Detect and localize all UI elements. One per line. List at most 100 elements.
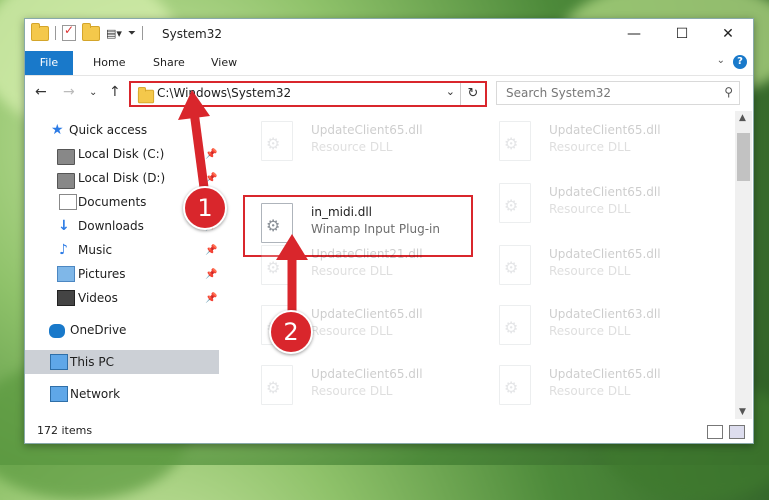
sidebar-item-label: Downloads xyxy=(78,219,144,233)
step-badge-1: 1 xyxy=(183,186,227,230)
vertical-scrollbar[interactable]: ▲ ▼ xyxy=(735,111,752,419)
dll-file-icon xyxy=(499,245,531,285)
scroll-down-icon[interactable]: ▼ xyxy=(739,407,746,417)
file-name: UpdateClient65.dll xyxy=(311,367,423,381)
pin-icon[interactable]: 📌 xyxy=(205,293,217,304)
dll-file-icon xyxy=(499,365,531,405)
sidebar-item-music[interactable]: ♪ Music 📌 xyxy=(25,238,219,262)
close-button[interactable]: ✕ xyxy=(705,19,751,49)
file-item[interactable]: UpdateClient21.dll Resource DLL xyxy=(245,237,475,287)
address-dropdown-icon[interactable]: ⌄ xyxy=(446,85,455,98)
scroll-up-icon[interactable]: ▲ xyxy=(739,113,746,123)
file-description: Resource DLL xyxy=(311,324,393,338)
sidebar-item-label: Documents xyxy=(78,195,147,209)
title-bar: ▤▾ ⏷ System32 — ☐ ✕ xyxy=(25,19,753,51)
pictures-icon xyxy=(57,266,75,282)
sidebar-item-label: Videos xyxy=(78,291,118,305)
file-name: UpdateClient65.dll xyxy=(549,247,661,261)
sidebar-item-videos[interactable]: Videos 📌 xyxy=(25,286,219,310)
file-item[interactable]: UpdateClient65.dll Resource DLL xyxy=(245,113,475,163)
pin-icon[interactable]: 📌 xyxy=(205,269,217,280)
file-name: UpdateClient63.dll xyxy=(549,307,661,321)
network-icon xyxy=(50,386,68,402)
sidebar-item-label: Quick access xyxy=(69,123,148,137)
ribbon-expand-icon[interactable]: ⌄ xyxy=(717,55,725,66)
music-icon: ♪ xyxy=(59,242,68,258)
sidebar-item-pictures[interactable]: Pictures 📌 xyxy=(25,262,219,286)
file-name: UpdateClient65.dll xyxy=(311,123,423,137)
tab-home[interactable]: Home xyxy=(83,51,135,75)
file-item[interactable]: UpdateClient65.dll Resource DLL xyxy=(483,237,713,287)
folder-icon[interactable] xyxy=(31,22,49,41)
tab-share[interactable]: Share xyxy=(143,51,195,75)
address-path: C:\Windows\System32 xyxy=(157,86,292,100)
up-icon[interactable]: ↑ xyxy=(109,84,121,100)
ribbon-tabs: File Home Share View ⌄ ? xyxy=(25,51,753,76)
sidebar-item-quick-access[interactable]: ★ Quick access xyxy=(25,118,219,142)
file-description: Resource DLL xyxy=(311,384,393,398)
sidebar-item-label: Pictures xyxy=(78,267,126,281)
file-item[interactable]: UpdateClient65.dll Resource DLL xyxy=(483,357,713,407)
minimize-button[interactable]: — xyxy=(611,19,657,49)
details-view-icon[interactable] xyxy=(707,425,723,439)
large-icons-view-icon[interactable] xyxy=(729,425,745,439)
computer-icon xyxy=(50,354,68,370)
file-name: UpdateClient65.dll xyxy=(549,185,661,199)
back-icon[interactable]: ← xyxy=(35,84,47,100)
file-list: UpdateClient65.dll Resource DLL in_midi.… xyxy=(225,111,735,417)
scrollbar-thumb[interactable] xyxy=(737,133,750,181)
address-bar[interactable]: C:\Windows\System32 ⌄ ↻ xyxy=(129,81,487,107)
quick-access-toolbar: ▤▾ ⏷ xyxy=(31,22,143,41)
properties-icon[interactable] xyxy=(62,23,76,41)
separator xyxy=(141,26,143,40)
refresh-icon[interactable]: ↻ xyxy=(460,83,485,105)
maximize-button[interactable]: ☐ xyxy=(659,19,705,49)
search-input[interactable]: Search System32 ⚲ xyxy=(496,81,740,105)
status-bar: 172 items xyxy=(25,419,753,443)
file-description: Resource DLL xyxy=(549,140,631,154)
forward-icon[interactable]: → xyxy=(63,84,75,100)
search-placeholder: Search System32 xyxy=(506,86,612,100)
download-icon: ↓ xyxy=(58,218,70,234)
star-icon: ★ xyxy=(51,122,64,138)
dll-file-icon xyxy=(499,183,531,223)
pin-icon[interactable]: 📌 xyxy=(205,149,217,160)
file-name: UpdateClient65.dll xyxy=(311,307,423,321)
file-name: UpdateClient65.dll xyxy=(549,367,661,381)
help-icon[interactable]: ? xyxy=(733,55,747,69)
dll-file-icon xyxy=(499,305,531,345)
file-item[interactable]: UpdateClient65.dll Resource DLL xyxy=(483,175,713,225)
file-item[interactable]: UpdateClient65.dll Resource DLL xyxy=(483,113,713,163)
file-description: Resource DLL xyxy=(311,264,393,278)
file-name: UpdateClient65.dll xyxy=(549,123,661,137)
new-folder-icon[interactable] xyxy=(82,22,100,41)
customize-toolbar-icon[interactable]: ▤▾ xyxy=(106,27,122,40)
sidebar-item-this-pc[interactable]: This PC xyxy=(25,350,219,374)
recent-locations-icon[interactable]: ⌄ xyxy=(89,87,97,98)
file-description: Resource DLL xyxy=(549,384,631,398)
pin-icon[interactable]: 📌 xyxy=(205,245,217,256)
toolbar-dropdown-icon[interactable]: ⏷ xyxy=(128,28,136,39)
tab-view[interactable]: View xyxy=(201,51,247,75)
dll-file-icon xyxy=(499,121,531,161)
folder-icon xyxy=(137,87,155,104)
sidebar-item-label: Local Disk (C:) xyxy=(78,147,165,161)
dll-file-icon xyxy=(261,245,293,285)
file-name: UpdateClient21.dll xyxy=(311,247,423,261)
file-item[interactable]: UpdateClient63.dll Resource DLL xyxy=(483,297,713,347)
tab-file[interactable]: File xyxy=(25,51,73,75)
file-item[interactable]: UpdateClient65.dll Resource DLL xyxy=(245,357,475,407)
file-description: Resource DLL xyxy=(311,140,393,154)
sidebar-item-local-disk-c[interactable]: Local Disk (C:) 📌 xyxy=(25,142,219,166)
dll-file-icon xyxy=(261,121,293,161)
file-explorer-window: ▤▾ ⏷ System32 — ☐ ✕ File Home Share View… xyxy=(24,18,754,444)
sidebar-item-local-disk-d[interactable]: Local Disk (D:) 📌 xyxy=(25,166,219,190)
pin-icon[interactable]: 📌 xyxy=(205,173,217,184)
sidebar-item-label: This PC xyxy=(70,355,114,369)
sidebar-item-label: OneDrive xyxy=(70,323,127,337)
sidebar-item-onedrive[interactable]: OneDrive xyxy=(25,318,219,342)
navigation-pane: ★ Quick access Local Disk (C:) 📌 Local D… xyxy=(25,111,219,411)
file-description: Resource DLL xyxy=(549,324,631,338)
window-title: System32 xyxy=(162,27,223,41)
sidebar-item-network[interactable]: Network xyxy=(25,382,219,406)
